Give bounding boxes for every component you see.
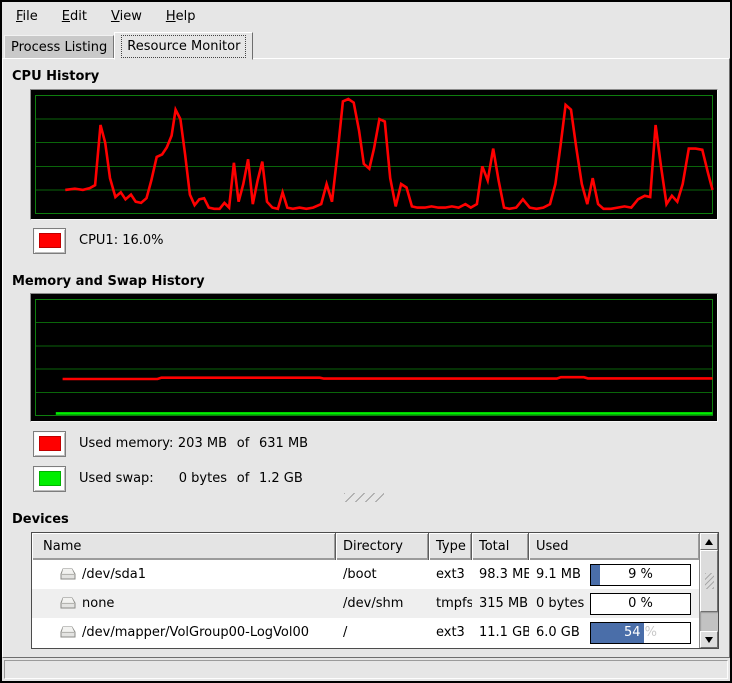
device-used: 6.0 GB <box>529 625 583 640</box>
device-type: ext3 <box>429 567 472 582</box>
memory-color-swatch <box>39 436 61 451</box>
device-row-volgroup[interactable]: /dev/mapper/VolGroup00-LogVol00 / ext3 1… <box>32 618 699 647</box>
memory-label: Used memory: <box>79 436 177 451</box>
device-directory: / <box>336 625 429 640</box>
memory-swap-graph <box>30 293 718 422</box>
arrow-up-icon <box>705 539 713 545</box>
system-monitor-window: File Edit View Help Process Listing Reso… <box>0 0 732 683</box>
memory-legend: Used memory: 203 MB of 631 MB <box>33 430 308 457</box>
header-directory[interactable]: Directory <box>336 533 429 560</box>
device-used: 9.1 MB <box>529 567 583 582</box>
swap-total-value: 1.2 GB <box>259 471 303 486</box>
swap-legend: Used swap: 0 bytes of 1.2 GB <box>33 465 303 492</box>
swap-color-swatch <box>39 471 61 486</box>
tab-process-listing[interactable]: Process Listing <box>4 35 114 59</box>
usage-progressbar: 54 % 54 % <box>590 622 691 644</box>
cpu-legend: CPU1: 16.0% <box>33 227 164 254</box>
usage-progressbar: 9 % 9 % <box>590 564 691 586</box>
scrollbar-trough[interactable] <box>700 612 718 631</box>
menu-help[interactable]: Help <box>158 6 204 27</box>
memory-swap-chart <box>31 294 717 421</box>
header-used[interactable]: Used <box>529 533 699 560</box>
status-bar <box>4 660 728 679</box>
swap-of: of <box>227 471 259 486</box>
disk-icon <box>59 626 77 639</box>
cpu-history-chart <box>31 90 717 219</box>
device-directory: /dev/shm <box>336 596 429 611</box>
usage-progressbar: 0 % 0 % <box>590 593 691 615</box>
disk-icon <box>59 568 77 581</box>
cpu-history-graph <box>30 89 718 220</box>
usage-progress-fill: 54 % <box>591 623 644 643</box>
device-type: ext3 <box>429 625 472 640</box>
swap-label: Used swap: <box>79 471 177 486</box>
arrow-down-icon <box>705 637 713 643</box>
memory-swap-title: Memory and Swap History <box>12 274 205 289</box>
resource-monitor-page: CPU History CPU1: 16.0% Memory and Swap … <box>2 58 730 658</box>
usage-progress-fill: 9 % <box>591 565 600 585</box>
scrollbar-thumb[interactable] <box>700 550 718 612</box>
devices-header-row: Name Directory Type Total Used <box>32 533 699 560</box>
swap-used-value: 0 bytes <box>177 471 227 486</box>
memory-used-value: 203 MB <box>177 436 227 451</box>
cpu1-color-button[interactable] <box>33 228 66 254</box>
tab-bar: Process Listing Resource Monitor <box>2 30 730 59</box>
device-directory: /boot <box>336 567 429 582</box>
menu-bar: File Edit View Help <box>2 2 730 30</box>
vertical-scrollbar <box>699 533 718 648</box>
device-type: tmpfs <box>429 596 472 611</box>
scroll-up-button[interactable] <box>700 533 718 550</box>
device-name: /dev/mapper/VolGroup00-LogVol00 <box>82 625 309 640</box>
devices-table: Name Directory Type Total Used /dev/sda1… <box>31 532 719 649</box>
memory-total-value: 631 MB <box>259 436 308 451</box>
device-used: 0 bytes <box>529 596 583 611</box>
devices-table-columns: Name Directory Type Total Used /dev/sda1… <box>32 533 699 648</box>
device-row-sda1[interactable]: /dev/sda1 /boot ext3 98.3 MB 9.1 MB 9 % … <box>32 560 699 589</box>
device-row-none[interactable]: none /dev/shm tmpfs 315 MB 0 bytes 0 % 0… <box>32 589 699 618</box>
menu-file[interactable]: File <box>8 6 46 27</box>
swap-color-button[interactable] <box>33 466 66 492</box>
memory-of: of <box>227 436 259 451</box>
memory-color-button[interactable] <box>33 431 66 457</box>
device-name: none <box>82 596 114 611</box>
device-total: 98.3 MB <box>472 567 529 582</box>
scroll-down-button[interactable] <box>700 631 718 648</box>
disk-icon <box>59 597 77 610</box>
header-type[interactable]: Type <box>429 533 472 560</box>
thumb-grip-icon <box>705 573 714 589</box>
cpu1-color-swatch <box>39 233 61 248</box>
menu-view[interactable]: View <box>103 6 150 27</box>
tab-resource-monitor[interactable]: Resource Monitor <box>114 32 253 60</box>
devices-title: Devices <box>12 512 69 527</box>
header-total[interactable]: Total <box>472 533 529 560</box>
device-total: 11.1 GB <box>472 625 529 640</box>
device-name: /dev/sda1 <box>82 567 146 582</box>
pane-resize-grip[interactable] <box>344 493 384 502</box>
cpu-history-title: CPU History <box>12 69 99 84</box>
menu-edit[interactable]: Edit <box>54 6 95 27</box>
device-total: 315 MB <box>472 596 529 611</box>
header-name[interactable]: Name <box>32 533 336 560</box>
cpu1-usage-label: CPU1: 16.0% <box>79 233 164 248</box>
